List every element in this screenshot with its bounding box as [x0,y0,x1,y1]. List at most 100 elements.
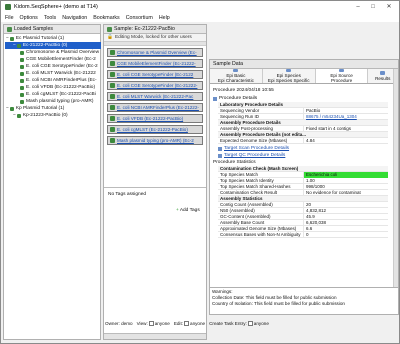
tab-icon [380,71,386,75]
tab-bar: Epi Basic Epi Characteristic Epi Species E… [210,69,398,84]
toolbar-strip [104,42,206,46]
row-key: Assembly Procedure Details [220,120,281,125]
link-icon [218,153,222,158]
tree-node-label: Ec-21222-PacBio (0) [22,43,68,48]
menu-options[interactable]: Options [20,15,38,21]
plus-icon: + [176,208,179,213]
tab-procedure[interactable]: Epi Source Procedure [315,69,369,83]
tree-node-label: Mash plasmid typing (pro-AMR) [26,99,94,104]
sample-icon [20,57,24,62]
sample-tree: − Ec Plasmid Tutorial (1) − Ec-21222-PacBio… [5,35,101,119]
sample-icon [9,106,14,111]
tree-node[interactable]: Mash plasmid typing (pro-AMR) [5,98,101,105]
row-key: Assembly Post-processing [220,126,274,131]
pipeline-button[interactable]: E. coli CGE SerotypeFinder (Ec-2122 [107,70,203,79]
tree-node[interactable]: E. coli VFDB (Ec-21222-PacBio) [5,84,101,91]
pipeline-label: E. coli NCBI AMRFinderPlus (Ec-21222- [117,105,199,110]
sample-icon [20,85,24,90]
tree-node[interactable]: E. coli MLST Warwick (Ec-21222 [5,70,101,77]
mode-bar: 🔒 Editing Mode, locked for other users [104,34,206,42]
tree-node[interactable]: Chromosome & Plasmid Overview [5,49,101,56]
tree-node-label: E. coli cgMLST (Ec-21222-PacBi [26,92,96,97]
expand-icon[interactable]: − [6,36,9,41]
panel-header: Loaded Samples [4,25,100,34]
tree-node-label: Ec Plasmid Tutorial (1) [15,36,65,41]
expand-icon[interactable]: − [13,43,16,48]
procedure-title: Procedure 2024/04/18 10:55 [213,88,274,93]
minimize-icon[interactable]: – [351,1,365,13]
menu-consortium[interactable]: Consortium [126,15,153,21]
pipeline-button[interactable]: E. coli CGE SerotypeFinder (Ec-21222- [107,81,203,90]
panel-title: Sample: Ec-21222-PacBio [114,26,175,32]
tree-node-label: CGE MobileElementFinder (Ec-2 [26,57,96,62]
tree-node[interactable]: CGE MobileElementFinder (Ec-2 [5,56,101,63]
tab-icon [286,69,292,72]
tree-node[interactable]: − Kp-21223-PacBio (0) [5,112,101,119]
maximize-icon[interactable]: □ [366,1,380,13]
tab-bottom-label: Procedure [330,78,353,83]
tree-node[interactable]: E. coli CGE SerotypeFinder (Ec-2 [5,63,101,70]
pipeline-label: E. coli CGE SerotypeFinder (Ec-21222- [117,83,198,88]
add-tags-button[interactable]: + Add Tags [176,208,200,213]
vertical-scrollbar[interactable] [393,69,398,314]
row-key: Approximated Genome Size (Mbases) [220,226,297,231]
pipeline-button[interactable]: E. coli NCBI AMRFinderPlus (Ec-21222- [107,103,203,112]
add-tags-label: Add Tags [179,208,200,213]
row-key: Assembly Procedure Details (not edita... [220,132,307,137]
menu-help[interactable]: Help [159,15,170,21]
pipeline-button[interactable]: CGE MobileElementFinder (Ec-21222- [107,59,203,68]
menu-bookmarks[interactable]: Bookmarks [93,15,120,21]
tree-node[interactable]: − Kp Plasmid Tutorial (1) [5,105,101,112]
pipeline-label: E. coli cgMLST (Ec-21222-PacBio) [117,127,188,132]
close-icon[interactable]: ✕ [382,1,396,13]
tab-icon [233,69,239,72]
expand-icon[interactable]: − [6,106,9,111]
tree-node-label: E. coli MLST Warwick (Ec-21222 [26,71,96,76]
tree-node[interactable]: E. coli NCBI AMRFinderPlus (Ec- [5,77,101,84]
permissions-bar: Owner: demo View: anyone Edit: anyone Crea… [105,319,397,328]
pipeline-button[interactable]: Chromosome & Plasmid Overview (Ec- [107,48,203,57]
table-row: Consensus Bases with Non-N Ambiguity 0 [218,231,388,238]
create-task-value: anyone [253,321,269,326]
menu-navigation[interactable]: Navigation [62,15,87,21]
tab-bottom-label: Epi Characteristic [217,78,254,83]
row-value: No evidence for contaminat [303,189,388,196]
tree-node-label: Kp Plasmid Tutorial (1) [15,106,65,111]
warning-line: Country of Isolation: This field must be… [212,301,345,306]
pipeline-label: E. coli MLST Warwick (Ec-21222-Pac [117,94,194,99]
view-checkbox[interactable] [148,321,154,326]
section-icon [213,96,217,101]
row-key: Top Species Match [220,172,259,177]
procedure-details-header[interactable]: Procedure Details [210,95,398,102]
owner-label: Owner: demo [105,321,133,326]
tree-node[interactable]: − Ec-21222-PacBio (0) [5,42,101,49]
pipeline-button[interactable]: E. coli VFDB (Ec-21222-PacBio) [107,114,203,123]
pipeline-button[interactable]: E. coli cgMLST (Ec-21222-PacBio) [107,125,203,134]
row-value: 0 [303,231,388,238]
tab-icon [339,69,345,72]
row-value[interactable]: 88675 / m54234Ua_1304 [303,113,388,120]
row-key: Assembly Base Count [220,220,265,225]
pipeline-button[interactable]: Mash plasmid typing (pro-AMR) (Ec-2 [107,136,203,145]
sample-icon [20,99,24,104]
target-qc-label: Target QC Procedure Details [224,153,286,158]
tab-bottom-label: Epi Species Specific [267,78,310,83]
tab-epi-basic[interactable]: Epi Basic Epi Characteristic [210,69,263,83]
target-qc-link[interactable]: Target QC Procedure Details [218,152,398,159]
menu-tools[interactable]: Tools [44,15,56,21]
tree-node[interactable]: E. coli cgMLST (Ec-21222-PacBi [5,91,101,98]
tree-node-label: E. coli CGE SerotypeFinder (Ec-2 [26,64,98,69]
horizontal-scrollbar[interactable] [104,333,206,339]
sample-icon [9,36,14,41]
create-task-checkbox[interactable] [247,321,253,326]
edit-checkbox[interactable] [184,321,190,326]
expand-icon[interactable]: − [13,113,16,118]
tree-node-label: Chromosome & Plasmid Overview [26,50,100,55]
target-scan-link[interactable]: Target Scan Procedure Details [218,145,398,152]
tab-epi-species[interactable]: Epi Species Epi Species Specific [263,69,316,83]
row-key: N50 (Assembled) [220,208,255,213]
pipeline-button[interactable]: E. coli MLST Warwick (Ec-21222-Pac [107,92,203,101]
tree-node[interactable]: − Ec Plasmid Tutorial (1) [5,35,101,42]
menu-file[interactable]: File [5,15,14,21]
section-label: Procedure Statistics [213,160,256,165]
